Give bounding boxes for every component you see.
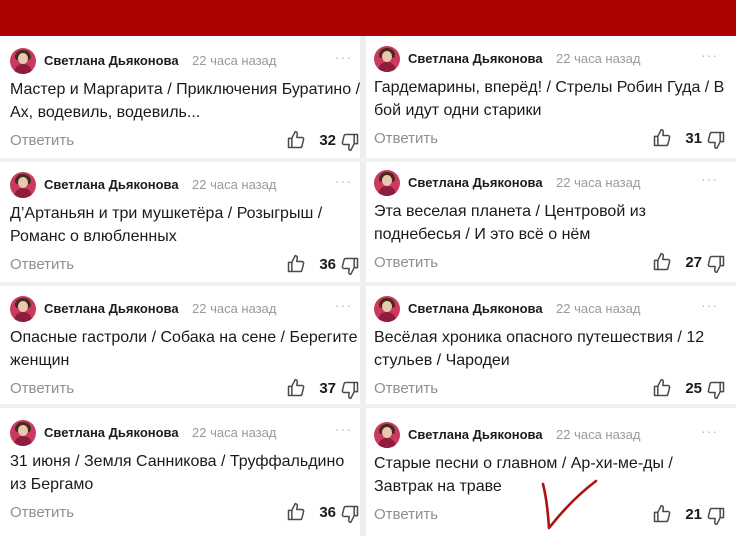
comment-card: Светлана Дьяконова 22 часа назад ··· 31 … <box>10 408 360 526</box>
author-name[interactable]: Светлана Дьяконова <box>44 425 179 440</box>
likes-count: 36 <box>319 256 336 273</box>
comment-text: Опасные гастроли / Собака на сене / Бере… <box>10 329 358 369</box>
likes-count: 25 <box>685 380 702 397</box>
thumbs-up-icon[interactable] <box>652 378 672 398</box>
comment-text: Д’Артаньян и три мушкетёра / Розыгрыш / … <box>10 205 323 245</box>
comment-text: Эта веселая планета / Центровой из подне… <box>374 203 646 243</box>
comment-footer: Ответить 31 <box>374 128 726 150</box>
comment-header: Светлана Дьяконова 22 часа назад ··· <box>374 296 726 322</box>
more-dots-icon[interactable]: ··· <box>701 47 718 63</box>
likes-count: 32 <box>319 132 336 149</box>
avatar[interactable] <box>10 296 36 322</box>
comment-text: 31 июня / Земля Санникова / Труффальдино… <box>10 453 345 493</box>
thumbs-up-icon[interactable] <box>286 254 306 274</box>
reply-button[interactable]: Ответить <box>374 380 438 397</box>
reply-button[interactable]: Ответить <box>10 256 74 273</box>
column-divider <box>360 36 366 536</box>
comment-footer: Ответить 32 <box>10 130 360 152</box>
comment-footer: Ответить 27 <box>374 252 726 274</box>
author-name[interactable]: Светлана Дьяконова <box>408 301 543 316</box>
avatar[interactable] <box>10 172 36 198</box>
comment-time: 22 часа назад <box>556 175 641 190</box>
comment-header: Светлана Дьяконова 22 часа назад ··· <box>374 46 726 72</box>
thumbs-down-icon[interactable] <box>340 256 360 276</box>
comment-text: Гардемарины, вперёд! / Стрелы Робин Гуда… <box>374 79 725 119</box>
comment-footer: Ответить 36 <box>10 502 360 524</box>
more-dots-icon[interactable]: ··· <box>335 49 352 65</box>
thumbs-down-icon[interactable] <box>340 504 360 524</box>
comment-time: 22 часа назад <box>192 53 277 68</box>
comment-card: Светлана Дьяконова 22 часа назад ··· Д’А… <box>10 160 360 278</box>
more-dots-icon[interactable]: ··· <box>335 421 352 437</box>
avatar[interactable] <box>374 46 400 72</box>
avatar[interactable] <box>374 170 400 196</box>
comment-header: Светлана Дьяконова 22 часа назад ··· <box>374 170 726 196</box>
comment-header: Светлана Дьяконова 22 часа назад ··· <box>10 296 360 322</box>
handwritten-checkmark <box>541 479 598 530</box>
comment-footer: Ответить 36 <box>10 254 360 276</box>
comment-footer: Ответить 37 <box>10 378 360 400</box>
thumbs-down-icon[interactable] <box>706 254 726 274</box>
thumbs-down-icon[interactable] <box>706 380 726 400</box>
avatar[interactable] <box>374 422 400 448</box>
more-dots-icon[interactable]: ··· <box>701 297 718 313</box>
comment-header: Светлана Дьяконова 22 часа назад ··· <box>374 422 726 448</box>
comment-time: 22 часа назад <box>192 425 277 440</box>
comment-card: Светлана Дьяконова 22 часа назад ··· Гар… <box>374 34 726 152</box>
thumbs-down-icon[interactable] <box>340 132 360 152</box>
author-name[interactable]: Светлана Дьяконова <box>408 51 543 66</box>
avatar[interactable] <box>10 420 36 446</box>
comment-card: Светлана Дьяконова 22 часа назад ··· Эта… <box>374 158 726 276</box>
thumbs-up-icon[interactable] <box>286 378 306 398</box>
likes-count: 36 <box>319 504 336 521</box>
comment-time: 22 часа назад <box>556 427 641 442</box>
comment-footer: Ответить 25 <box>374 378 726 400</box>
author-name[interactable]: Светлана Дьяконова <box>408 427 543 442</box>
reply-button[interactable]: Ответить <box>10 380 74 397</box>
comment-header: Светлана Дьяконова 22 часа назад ··· <box>10 48 360 74</box>
comment-text: Мастер и Маргарита / Приключения Буратин… <box>10 81 361 121</box>
reply-button[interactable]: Ответить <box>10 504 74 521</box>
likes-count: 21 <box>685 506 702 523</box>
thumbs-up-icon[interactable] <box>286 130 306 150</box>
thumbs-up-icon[interactable] <box>286 502 306 522</box>
thumbs-up-icon[interactable] <box>652 252 672 272</box>
more-dots-icon[interactable]: ··· <box>701 423 718 439</box>
comment-time: 22 часа назад <box>556 301 641 316</box>
reply-button[interactable]: Ответить <box>374 130 438 147</box>
author-name[interactable]: Светлана Дьяконова <box>44 53 179 68</box>
comment-header: Светлана Дьяконова 22 часа назад ··· <box>10 172 360 198</box>
author-name[interactable]: Светлана Дьяконова <box>44 301 179 316</box>
comment-time: 22 часа назад <box>192 177 277 192</box>
comment-time: 22 часа назад <box>192 301 277 316</box>
more-dots-icon[interactable]: ··· <box>701 171 718 187</box>
avatar[interactable] <box>10 48 36 74</box>
more-dots-icon[interactable]: ··· <box>335 173 352 189</box>
likes-count: 27 <box>685 254 702 271</box>
comment-text: Весёлая хроника опасного путешествия / 1… <box>374 329 705 369</box>
more-dots-icon[interactable]: ··· <box>335 297 352 313</box>
comment-card: Светлана Дьяконова 22 часа назад ··· Мас… <box>10 36 360 154</box>
reply-button[interactable]: Ответить <box>10 132 74 149</box>
top-bar <box>0 0 736 36</box>
thumbs-down-icon[interactable] <box>706 506 726 526</box>
author-name[interactable]: Светлана Дьяконова <box>44 177 179 192</box>
thumbs-down-icon[interactable] <box>706 130 726 150</box>
likes-count: 31 <box>685 130 702 147</box>
author-name[interactable]: Светлана Дьяконова <box>408 175 543 190</box>
thumbs-up-icon[interactable] <box>652 128 672 148</box>
comment-card: Светлана Дьяконова 22 часа назад ··· Опа… <box>10 284 360 402</box>
avatar[interactable] <box>374 296 400 322</box>
likes-count: 37 <box>319 380 336 397</box>
comment-header: Светлана Дьяконова 22 часа назад ··· <box>10 420 360 446</box>
reply-button[interactable]: Ответить <box>374 254 438 271</box>
reply-button[interactable]: Ответить <box>374 506 438 523</box>
thumbs-down-icon[interactable] <box>340 380 360 400</box>
comment-time: 22 часа назад <box>556 51 641 66</box>
comment-card: Светлана Дьяконова 22 часа назад ··· Вес… <box>374 284 726 402</box>
thumbs-up-icon[interactable] <box>652 504 672 524</box>
